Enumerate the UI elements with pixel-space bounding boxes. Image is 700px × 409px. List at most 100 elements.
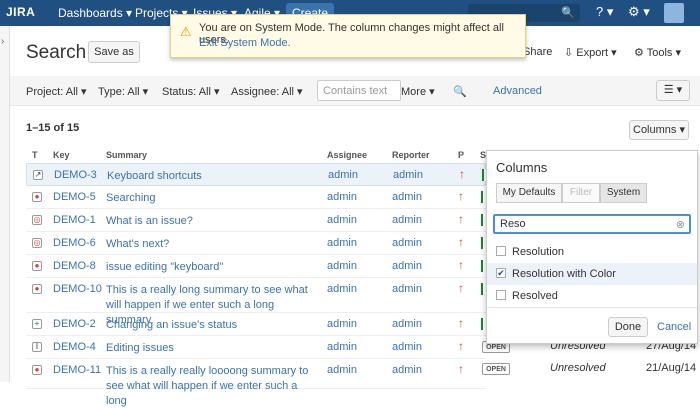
assignee[interactable]: admin [327, 364, 357, 376]
issue-key[interactable]: DEMO-1 [53, 214, 96, 226]
reporter[interactable]: admin [393, 169, 423, 181]
checkbox[interactable] [496, 290, 506, 300]
col-key[interactable]: Key [53, 150, 70, 160]
table-row[interactable]: ● DEMO-5 Searching admin admin ↑ [26, 186, 489, 209]
type-filter[interactable]: Type: All ▾ [98, 85, 148, 98]
table-row[interactable]: + DEMO-2 Changing an issue's status admi… [26, 313, 489, 336]
issue-summary[interactable]: Changing an issue's status [106, 318, 316, 333]
reporter[interactable]: admin [392, 214, 422, 226]
priority-up-icon: ↑ [458, 339, 464, 353]
improvement-icon: I [32, 342, 42, 352]
cancel-link[interactable]: Cancel [657, 321, 691, 333]
issue-summary[interactable]: Editing issues [106, 341, 316, 356]
table-row[interactable]: ● DEMO-11 This is a really really loooon… [26, 359, 486, 407]
option-label: Resolution with Color [512, 268, 616, 280]
issue-summary[interactable]: What is an issue? [106, 214, 316, 229]
issue-key[interactable]: DEMO-11 [53, 364, 101, 376]
column-search-value: Reso [500, 218, 526, 230]
reporter[interactable]: admin [392, 341, 422, 353]
advanced-search-link[interactable]: Advanced [493, 85, 542, 97]
view-options-button[interactable]: ☰ ▾ [656, 80, 690, 101]
table-row[interactable]: ↗ DEMO-3 Keyboard shortcuts admin admin … [26, 163, 490, 186]
gear-icon[interactable]: ⚙ ▾ [628, 4, 650, 20]
project-filter[interactable]: Project: All ▾ [26, 85, 87, 98]
nav-dashboards[interactable]: Dashboards ▾ [58, 6, 132, 20]
reporter[interactable]: admin [392, 237, 422, 249]
issue-summary[interactable]: Searching [106, 191, 316, 206]
assignee[interactable]: admin [327, 283, 357, 295]
tab-filter[interactable]: Filter [562, 183, 600, 203]
checkbox-checked[interactable]: ✔ [496, 268, 506, 278]
assignee[interactable]: admin [327, 260, 357, 272]
tab-my-defaults[interactable]: My Defaults [496, 183, 562, 203]
page-title: Search [26, 42, 87, 63]
assignee[interactable]: admin [327, 214, 357, 226]
date-value: 21/Aug/14 [646, 362, 697, 374]
system-mode-warning: ⚠ You are on System Mode. The column cha… [170, 14, 526, 58]
save-as-button[interactable]: Save as [88, 41, 140, 63]
table-row[interactable]: ◎ DEMO-1 What is an issue? admin admin ↑ [26, 209, 489, 232]
done-button[interactable]: Done [608, 317, 648, 337]
bug-icon: ● [32, 192, 42, 202]
issue-summary[interactable]: What's next? [106, 237, 316, 252]
export-icon: ⇩ [564, 47, 577, 59]
assignee[interactable]: admin [327, 341, 357, 353]
assignee[interactable]: admin [327, 237, 357, 249]
exit-system-mode-link[interactable]: Exit System Mode. [199, 37, 291, 49]
reporter[interactable]: admin [392, 318, 422, 330]
list-icon: ☰ ▾ [663, 84, 683, 96]
issue-key[interactable]: DEMO-10 [53, 283, 102, 295]
column-option-resolution[interactable]: Resolution [487, 241, 697, 263]
priority-up-icon: ↑ [458, 235, 464, 249]
more-filters-button[interactable]: More ▾ [401, 85, 435, 98]
assignee[interactable]: admin [328, 169, 358, 181]
table-row[interactable]: ● DEMO-10 This is a really long summary … [26, 278, 489, 326]
task-icon: ◎ [32, 215, 42, 225]
reporter[interactable]: admin [392, 191, 422, 203]
sidebar-collapse-strip[interactable]: › [0, 26, 10, 382]
priority-up-icon: ↑ [458, 281, 464, 295]
issue-key[interactable]: DEMO-5 [53, 191, 96, 203]
reporter[interactable]: admin [392, 260, 422, 272]
issue-key[interactable]: DEMO-4 [53, 341, 96, 353]
col-assignee[interactable]: Assignee [327, 150, 367, 160]
priority-up-icon: ↑ [458, 212, 464, 226]
checkbox[interactable] [496, 246, 506, 256]
table-row[interactable]: ● DEMO-8 issue editing "keyboard" admin … [26, 255, 489, 278]
col-type[interactable]: T [32, 150, 38, 160]
search-icon[interactable]: 🔍 [453, 85, 467, 98]
reporter[interactable]: admin [392, 283, 422, 295]
col-priority[interactable]: P [458, 150, 464, 160]
assignee-filter[interactable]: Assignee: All ▾ [231, 85, 303, 98]
jira-logo[interactable]: JIRA [6, 5, 35, 19]
assignee[interactable]: admin [327, 191, 357, 203]
tab-system[interactable]: System [600, 183, 647, 203]
issue-key[interactable]: DEMO-3 [54, 169, 97, 181]
issue-key[interactable]: DEMO-2 [53, 318, 96, 330]
reporter[interactable]: admin [392, 364, 422, 376]
col-summary[interactable]: Summary [106, 150, 147, 160]
issue-summary[interactable]: This is a really really loooong summary … [106, 364, 316, 409]
issue-key[interactable]: DEMO-6 [53, 237, 96, 249]
results-count: 1–15 of 15 [26, 122, 80, 134]
issue-key[interactable]: DEMO-8 [53, 260, 96, 272]
column-option-resolved[interactable]: Resolved [487, 285, 697, 307]
columns-button[interactable]: Columns ▾ [629, 120, 689, 140]
column-option-resolution-with-color[interactable]: ✔ Resolution with Color [487, 263, 697, 285]
issue-summary[interactable]: issue editing "keyboard" [106, 260, 316, 275]
chevron-right-icon: › [1, 36, 5, 47]
issue-summary[interactable]: Keyboard shortcuts [107, 169, 317, 184]
column-search-input[interactable]: Reso ⊗ [493, 214, 691, 234]
avatar[interactable] [664, 3, 684, 23]
tools-button[interactable]: ⚙ Tools ▾ [634, 46, 681, 59]
table-row[interactable]: I DEMO-4 Editing issues admin admin ↑ [26, 336, 486, 359]
export-button[interactable]: ⇩ Export ▾ [564, 46, 617, 59]
col-reporter[interactable]: Reporter [392, 150, 430, 160]
help-icon[interactable]: ? ▾ [596, 4, 613, 20]
status-filter[interactable]: Status: All ▾ [162, 85, 220, 98]
assignee[interactable]: admin [327, 318, 357, 330]
share-button[interactable]: Share [523, 46, 552, 58]
clear-icon[interactable]: ⊗ [676, 218, 685, 231]
table-row[interactable]: ◎ DEMO-6 What's next? admin admin ↑ [26, 232, 489, 255]
contains-text-input[interactable]: Contains text [317, 80, 401, 101]
